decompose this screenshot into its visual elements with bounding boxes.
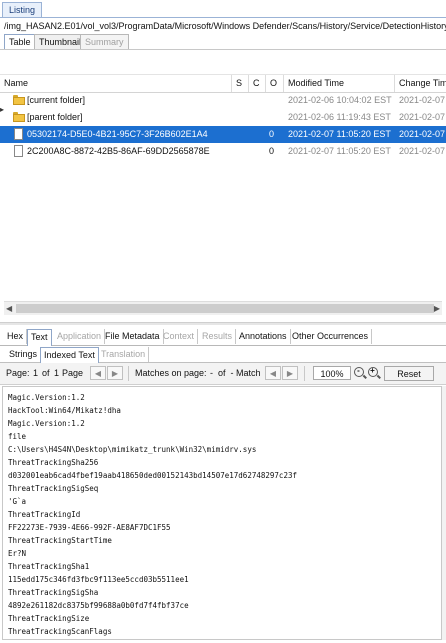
tab-summary: Summary [80, 34, 129, 49]
tab-other-occurrences[interactable]: Other Occurrences [289, 329, 373, 344]
row-name: 05302174-D5E0-4B21-95C7-3F26B602E1A4 [27, 129, 208, 139]
tab-strings[interactable]: Strings [6, 347, 42, 362]
text-line: ThreatTrackingSize [8, 614, 90, 623]
text-line: ThreatTrackingSha1 [8, 562, 90, 571]
content-viewer-tabs: Hex Text Application File Metadata Conte… [0, 329, 446, 346]
text-view-tabs: Strings Indexed Text Translation [0, 347, 446, 363]
row-modified: 2021-02-07 11:05:20 EST [288, 129, 391, 139]
table-row-selected[interactable]: 05302174-D5E0-4B21-95C7-3F26B602E1A4 0 2… [0, 126, 446, 143]
separator [304, 366, 305, 381]
path-breadcrumb: /img_HASAN2.E01/vol_vol3/ProgramData/Mic… [4, 21, 446, 31]
table-row[interactable]: [current folder] 2021-02-06 10:04:02 EST… [0, 92, 446, 109]
row-change: 2021-02-07 [399, 146, 446, 156]
text-line: FF22273E-7939-4E66-992F-AE8AF7DC1F55 [8, 523, 171, 532]
splitter[interactable] [0, 322, 446, 325]
file-icon [14, 128, 23, 140]
matches-count: - of - [210, 368, 234, 378]
row-change: 2021-02-07 [399, 112, 446, 122]
folder-icon [13, 95, 25, 105]
column-modified-time[interactable]: Modified Time [284, 75, 395, 92]
tab-application: Application [54, 329, 106, 344]
table-row[interactable]: [parent folder] 2021-02-06 11:19:43 EST … [0, 109, 446, 126]
text-line: ThreatTrackingId [8, 510, 81, 519]
row-modified: 2021-02-06 11:19:43 EST [288, 112, 391, 122]
horizontal-scrollbar[interactable]: ◀ ▶ [4, 301, 442, 315]
next-match-button[interactable]: ▶ [282, 366, 298, 380]
vertical-scrollbar[interactable] [442, 386, 446, 640]
reset-button[interactable]: Reset [384, 366, 434, 381]
text-line: ThreatTrackingSigSeq [8, 484, 99, 493]
row-change: 2021-02-07 [399, 129, 446, 139]
row-name: [current folder] [27, 95, 86, 105]
row-name: 2C200A8C-8872-42B5-86AF-69DD2565878E [27, 146, 210, 156]
prev-page-button[interactable]: ◀ [90, 366, 106, 380]
row-o: 0 [269, 146, 275, 156]
text-line: HackTool:Win64/Mikatz!dha [8, 406, 121, 415]
divider [0, 17, 446, 18]
tab-listing[interactable]: Listing [2, 2, 43, 18]
zoom-out-icon[interactable]: - [354, 366, 364, 377]
row-modified: 2021-02-06 10:04:02 EST [288, 95, 392, 105]
tab-indexed-text[interactable]: Indexed Text [40, 347, 99, 363]
indexed-text-content[interactable]: Magic.Version:1.2 HackTool:Win64/Mikatz!… [2, 386, 442, 640]
matches-label: Matches on page: [135, 368, 207, 378]
separator [128, 366, 129, 381]
next-page-button[interactable]: ▶ [107, 366, 123, 380]
tab-translation: Translation [98, 347, 150, 362]
tab-thumbnail[interactable]: Thumbnail [34, 34, 87, 49]
row-o: 0 [269, 129, 275, 139]
text-line: ThreatTrackingSha256 [8, 458, 99, 467]
scroll-left-icon[interactable]: ◀ [6, 304, 12, 313]
table-row[interactable]: 2C200A8C-8872-42B5-86AF-69DD2565878E 0 2… [0, 143, 446, 160]
tab-results: Results [199, 329, 237, 344]
row-change: 2021-02-07 [399, 95, 446, 105]
text-line: 4892e261182dc8375bf99688a0b0fd7f4fbf37ce [8, 601, 189, 610]
scroll-right-icon[interactable]: ▶ [434, 304, 440, 313]
text-line: ThreatTrackingScanFlags [8, 627, 112, 636]
tab-context: Context [160, 329, 199, 344]
tab-table[interactable]: Table [4, 34, 36, 50]
text-line: 115edd175c346fd3fbc9f113ee5ccd03b5511ee1 [8, 575, 189, 584]
column-name[interactable]: Name [0, 75, 232, 92]
text-line: ThreatTrackingSigSha [8, 588, 99, 597]
text-line: Magic.Version:1.2 [8, 393, 85, 402]
page-total: 1 [54, 368, 60, 378]
row-modified: 2021-02-07 11:05:20 EST [288, 146, 391, 156]
row-name: [parent folder] [27, 112, 83, 122]
match-label: Match [236, 368, 261, 378]
page-label: Page: [6, 368, 30, 378]
tab-file-metadata[interactable]: File Metadata [102, 329, 164, 344]
zoom-level[interactable]: 100% [313, 366, 351, 380]
file-icon [14, 145, 23, 157]
column-o[interactable]: O [266, 75, 284, 92]
prev-match-button[interactable]: ◀ [265, 366, 281, 380]
tab-annotations[interactable]: Annotations [236, 329, 291, 344]
text-line: Magic.Version:1.2 [8, 419, 85, 428]
page-of: of [42, 368, 50, 378]
tab-hex[interactable]: Hex [4, 329, 28, 344]
page-current: 1 [33, 368, 39, 378]
page-word: Page [62, 368, 84, 378]
tab-text[interactable]: Text [27, 329, 52, 346]
text-line: 'G`a [8, 497, 27, 506]
text-line: C:\Users\H4S4N\Desktop\mimikatz_trunk\Wi… [8, 445, 257, 454]
column-s[interactable]: S [232, 75, 249, 92]
column-change-time[interactable]: Change Time [395, 75, 446, 92]
zoom-in-icon[interactable]: + [368, 366, 378, 377]
text-line: d032001eab6cad4fbef19aab418650ded0015214… [8, 471, 297, 480]
scrollbar-thumb[interactable] [16, 304, 434, 313]
table-header: Name S C O Modified Time Change Time [0, 74, 446, 93]
text-line: file [8, 432, 27, 441]
text-toolbar: Page: 1 of 1 Page ◀ ▶ Matches on page: -… [0, 363, 446, 385]
column-c[interactable]: C [249, 75, 266, 92]
text-line: Er?N [8, 549, 27, 558]
text-line: ThreatTrackingStartTime [8, 536, 112, 545]
folder-icon [13, 112, 25, 122]
